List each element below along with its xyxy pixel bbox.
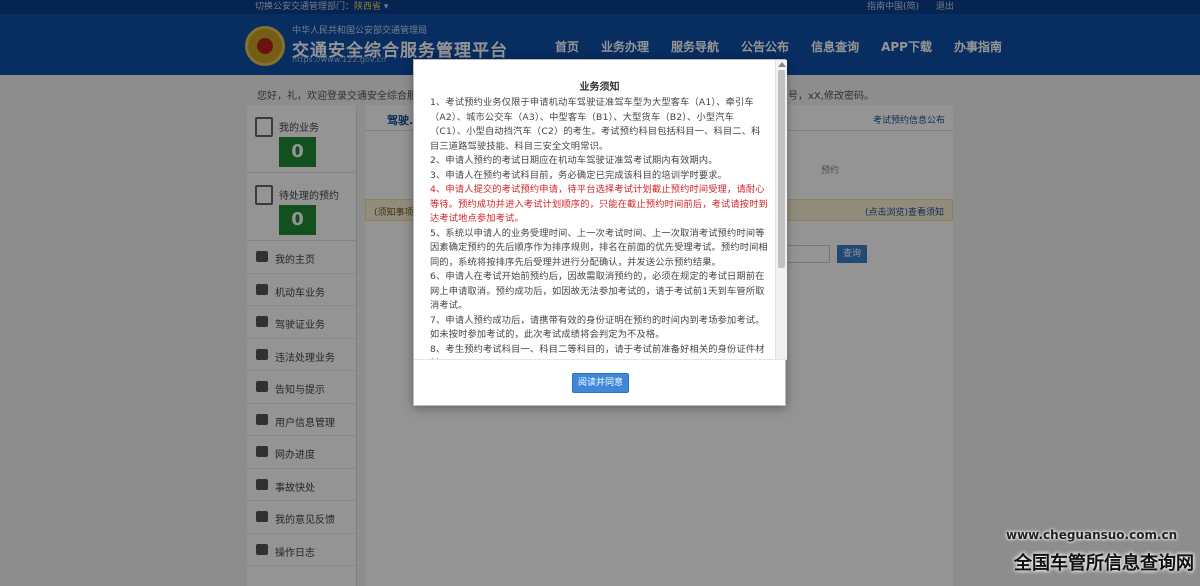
modal-footer: 阅读并同意 (414, 359, 787, 407)
watermark-site-name: 全国车管所信息查询网 (1014, 553, 1194, 574)
modal-body: 业务须知 1、考试预约业务仅限于申请机动车驾驶证准驾车型为大型客车（A1）、牵引… (414, 60, 787, 359)
scrollbar-thumb[interactable] (778, 70, 785, 268)
notice-paragraph: 7、申请人预约成功后，请携带有效的身份证明在预约的时间内到考场参加考试。如未按时… (430, 314, 765, 341)
read-and-agree-button[interactable]: 阅读并同意 (572, 373, 629, 393)
notice-paragraph: 6、申请人在考试开始前预约后，因故需取消预约的，必须在规定的考试日期前在网上申请… (430, 271, 765, 311)
notice-paragraphs: 1、考试预约业务仅限于申请机动车驾驶证准驾车型为大型客车（A1）、牵引车（A2）… (430, 96, 769, 359)
notice-paragraph: 8、考生预约考试科目一、科目二等科目的，请于考试前准备好相关的身份证件材料。 (430, 343, 765, 360)
notice-paragraph: 4、申请人提交的考试预约申请，待平台选择考试计划截止预约时间受理，请耐心等待。预… (430, 184, 768, 224)
business-notice-modal: 业务须知 1、考试预约业务仅限于申请机动车驾驶证准驾车型为大型客车（A1）、牵引… (413, 59, 787, 407)
notice-paragraph: 1、考试预约业务仅限于申请机动车驾驶证准驾车型为大型客车（A1）、牵引车（A2）… (430, 97, 761, 152)
modal-scrollbar[interactable] (775, 60, 787, 359)
notice-paragraph: 2、申请人预约的考试日期应在机动车驾驶证准驾考试期内有效期内。 (430, 155, 718, 166)
scroll-up-arrow-icon[interactable] (778, 62, 786, 67)
notice-paragraph: 5、系统以申请人的业务受理时间、上一次考试时间、上一次取消考试预约时间等因素确定… (430, 227, 768, 268)
notice-paragraph: 3、申请人在预约考试科目前，务必确定已完成该科目的培训学时要求。 (430, 169, 728, 181)
watermark-url: www.cheguansuo.com.cn (1006, 528, 1178, 542)
modal-title: 业务须知 (579, 82, 620, 93)
